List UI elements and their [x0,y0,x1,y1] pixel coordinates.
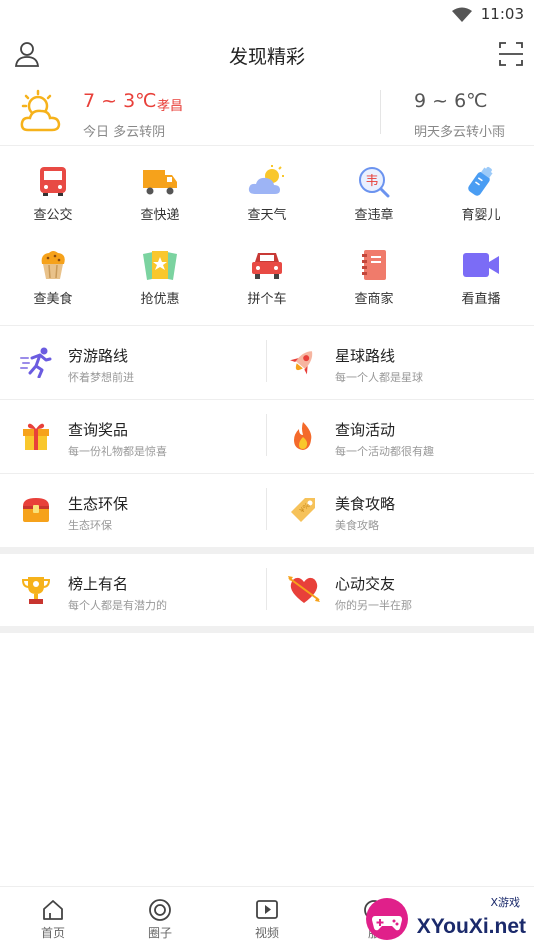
circle-icon [149,899,171,921]
grid-label: 拼个车 [247,292,287,307]
grid-item-express[interactable]: 查快递 [107,156,213,236]
function-grid: 查公交 查快递 查天气 韦 查违章 育婴儿 查美食 抢优惠 拼个车 查商家 看直… [0,156,534,322]
item-title: 榜上有名 [68,575,129,593]
notebook-icon [362,250,386,280]
coupon-icon [143,251,177,280]
list-item-budget-travel[interactable]: 穷游路线 怀着梦想前进 [0,326,266,398]
item-subtitle: 每一份礼物都是惊喜 [68,445,167,458]
section-divider [0,547,534,554]
list-item-food-guide[interactable]: ¥% 美食攻略 美食攻略 [267,474,533,546]
item-subtitle: 美食攻略 [335,519,379,532]
treasure-chest-icon [23,498,49,522]
watermark-small-text: X游戏 [490,896,520,909]
city-name: 孝昌 [157,99,184,114]
grid-item-live[interactable]: 看直播 [428,240,534,320]
list-row: 查询奖品 每一份礼物都是惊喜 查询活动 每一个活动都很有趣 [0,400,534,472]
tomorrow-temperature: 9 ~ 6℃ [414,90,488,112]
item-subtitle: 你的另一半在那 [335,599,412,612]
item-title: 生态环保 [68,495,129,513]
status-time: 11:03 [480,5,524,23]
watermark-text: XYouXi.net [416,915,526,938]
heart-arrow-icon [288,576,320,603]
list-item-query-activity[interactable]: 查询活动 每一个活动都很有趣 [267,400,533,472]
grid-label: 查天气 [247,208,287,223]
item-title: 星球路线 [335,347,396,365]
section-divider [0,626,534,633]
grid-label: 查快递 [140,208,180,223]
grid-item-carpool[interactable]: 拼个车 [214,240,320,320]
partly-cloudy-icon [20,89,61,132]
nav-home[interactable]: 首页 [0,887,106,949]
grid-label: 看直播 [461,292,501,307]
status-bar: 11:03 [0,0,534,30]
wifi-icon [452,7,472,22]
nav-video[interactable]: 视频 [214,887,320,949]
list-row: 生态环保 生态环保 ¥% 美食攻略 美食攻略 [0,474,534,546]
truck-icon [143,170,177,195]
play-icon [256,900,278,919]
grid-label: 查违章 [354,208,394,223]
item-title: 穷游路线 [68,347,129,365]
today-temperature: 7 ~ 3℃ [83,90,157,112]
gift-icon [23,423,49,450]
header: 发现精彩 [0,30,534,78]
weather-panel[interactable]: 7 ~ 3℃ 孝昌 今日 多云转阴 9 ~ 6℃ 明天多云转小雨 [0,80,534,146]
trophy-icon [21,577,51,604]
home-icon [43,900,63,920]
runner-icon [20,347,52,378]
grid-item-baby[interactable]: 育婴儿 [428,156,534,236]
car-icon [252,253,282,279]
weather-icon [248,165,284,194]
item-subtitle: 怀着梦想前进 [68,371,134,384]
flame-icon [294,422,312,450]
video-icon [463,253,499,277]
list-row: 榜上有名 每个人都是有潜力的 心动交友 你的另一半在那 [0,554,534,626]
scan-icon[interactable] [498,40,524,68]
nav-circle[interactable]: 圈子 [107,887,213,949]
list-item-ranking[interactable]: 榜上有名 每个人都是有潜力的 [0,554,266,626]
item-title: 查询奖品 [68,421,129,439]
grid-label: 查公交 [33,208,73,223]
watermark: X游戏 XYouXi.net [354,890,534,949]
grid-item-violation[interactable]: 韦 查违章 [321,156,427,236]
grid-item-food[interactable]: 查美食 [0,240,106,320]
grid-label: 查美食 [33,292,73,307]
divider [380,90,381,134]
violation-icon: 韦 [359,167,390,198]
grid-item-bus[interactable]: 查公交 [0,156,106,236]
page-title: 发现精彩 [228,46,305,68]
grid-label: 抢优惠 [140,292,180,307]
item-subtitle: 每一个人都是星球 [335,371,423,384]
item-title: 心动交友 [335,575,396,593]
item-subtitle: 每一个活动都很有趣 [335,445,434,458]
list-row: 穷游路线 怀着梦想前进 星球路线 每一个人都是星球 [0,326,534,398]
muffin-icon [41,251,65,279]
item-subtitle: 生态环保 [68,519,112,532]
item-title: 美食攻略 [335,495,396,513]
rocket-icon [290,351,313,375]
grid-label: 查商家 [354,292,394,307]
svg-text:韦: 韦 [365,174,378,189]
tag-icon: ¥% [291,498,315,522]
list-item-planet-route[interactable]: 星球路线 每一个人都是星球 [267,326,533,398]
baby-bottle-icon [468,166,493,196]
grid-item-weather[interactable]: 查天气 [214,156,320,236]
grid-label: 育婴儿 [461,208,501,223]
item-subtitle: 每个人都是有潜力的 [68,599,167,612]
grid-item-merchant[interactable]: 查商家 [321,240,427,320]
list-item-dating[interactable]: 心动交友 你的另一半在那 [267,554,533,626]
nav-label: 首页 [40,926,65,940]
today-weather-desc: 今日 多云转阴 [83,125,166,140]
grid-item-coupon[interactable]: 抢优惠 [107,240,213,320]
gamepad-logo-icon [366,898,408,940]
bus-icon [40,167,66,196]
list-item-query-prize[interactable]: 查询奖品 每一份礼物都是惊喜 [0,400,266,472]
nav-label: 圈子 [147,926,172,940]
item-title: 查询活动 [335,421,396,439]
tomorrow-weather-desc: 明天多云转小雨 [414,125,506,140]
list-item-eco[interactable]: 生态环保 生态环保 [0,474,266,546]
nav-label: 视频 [254,926,279,940]
